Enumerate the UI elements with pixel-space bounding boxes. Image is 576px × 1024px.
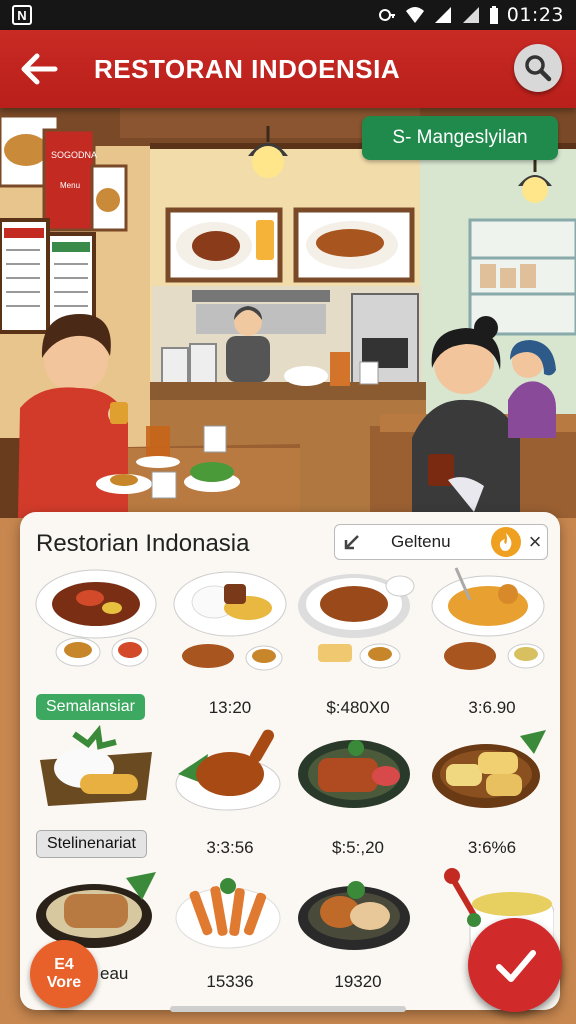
- menu-item-card[interactable]: [430, 564, 554, 682]
- grilled-fish-image: [298, 740, 410, 808]
- home-indicator[interactable]: [170, 1006, 406, 1012]
- menu-item-card[interactable]: [168, 724, 292, 842]
- close-button[interactable]: ×: [523, 527, 547, 557]
- search-icon: [525, 55, 552, 82]
- rice-satay-plate-image: [173, 571, 287, 671]
- order-count-button[interactable]: E4 Vore: [30, 940, 98, 1008]
- location-badge[interactable]: S- Mangeslyilan: [362, 116, 558, 160]
- rendang-plate-image: [35, 569, 157, 667]
- item-price: 3:3:56: [206, 838, 254, 857]
- item-price: 13:20: [208, 698, 252, 717]
- lumpia-image: [432, 730, 546, 808]
- item-price: 19320: [334, 972, 382, 991]
- sign-sub: Menu: [60, 181, 80, 190]
- notification-icon: N: [12, 5, 32, 25]
- restaurant-scene-image: SOGODNA Menu: [0, 108, 576, 518]
- page-title: RESTORAN INDOENSIA: [94, 54, 401, 84]
- menu-item-card[interactable]: [430, 724, 554, 842]
- confirm-order-button[interactable]: [468, 918, 562, 1012]
- item-price: $:5:,20: [332, 838, 384, 857]
- panel-title: Restorian Indonasia: [36, 530, 250, 557]
- search-button[interactable]: [514, 44, 562, 92]
- signal-icon: [434, 7, 451, 23]
- mie-goreng-plate-image: [431, 567, 545, 670]
- menu-search-text: Geltenu: [391, 532, 451, 551]
- noodle-plate-image: [298, 574, 415, 669]
- fried-chicken-plate-image: [298, 881, 410, 950]
- check-icon: [496, 950, 536, 982]
- menu-item-card[interactable]: [296, 864, 420, 982]
- item-price: 3:6%6: [467, 838, 517, 857]
- menu-item-card[interactable]: [168, 864, 292, 982]
- arrow-diagonal-icon: [335, 525, 369, 559]
- ayam-goreng-image: [175, 729, 281, 811]
- menu-item-card[interactable]: [168, 564, 292, 682]
- wifi-icon: [405, 7, 424, 23]
- arrow-left-icon: [21, 53, 58, 85]
- fab-caption: eau: [100, 964, 129, 983]
- menu-item-card[interactable]: [34, 724, 158, 842]
- item-price: 3:6.90: [468, 698, 516, 717]
- app-bar: RESTORAN INDOENSIA: [0, 30, 576, 108]
- menu-item-card[interactable]: [34, 564, 158, 682]
- battery-icon: [489, 6, 498, 24]
- item-price: $:480X0: [326, 698, 390, 717]
- fire-icon[interactable]: [491, 527, 521, 557]
- restaurant-illustration: SOGODNA Menu S- Mangeslyilan: [0, 108, 576, 518]
- nasi-lemak-image: [40, 724, 152, 806]
- fab-line1: E4: [54, 956, 74, 973]
- fries-plate-image: [175, 878, 281, 949]
- fab-line2: Vore: [46, 974, 82, 991]
- signal-icon: [462, 7, 479, 23]
- menu-item-card[interactable]: [296, 724, 420, 842]
- sign-text: SOGODNA: [51, 150, 97, 160]
- status-bar: N 01:23: [0, 0, 576, 30]
- menu-item-card[interactable]: [296, 564, 420, 682]
- category-label[interactable]: Stelinenariat: [36, 830, 147, 858]
- back-button[interactable]: [16, 46, 62, 92]
- category-label[interactable]: Semalansiar: [36, 694, 145, 720]
- item-price: 15336: [206, 972, 254, 991]
- vpn-key-icon: [378, 9, 395, 21]
- menu-search-field[interactable]: Geltenu ×: [334, 524, 548, 560]
- clock: 01:23: [506, 4, 564, 26]
